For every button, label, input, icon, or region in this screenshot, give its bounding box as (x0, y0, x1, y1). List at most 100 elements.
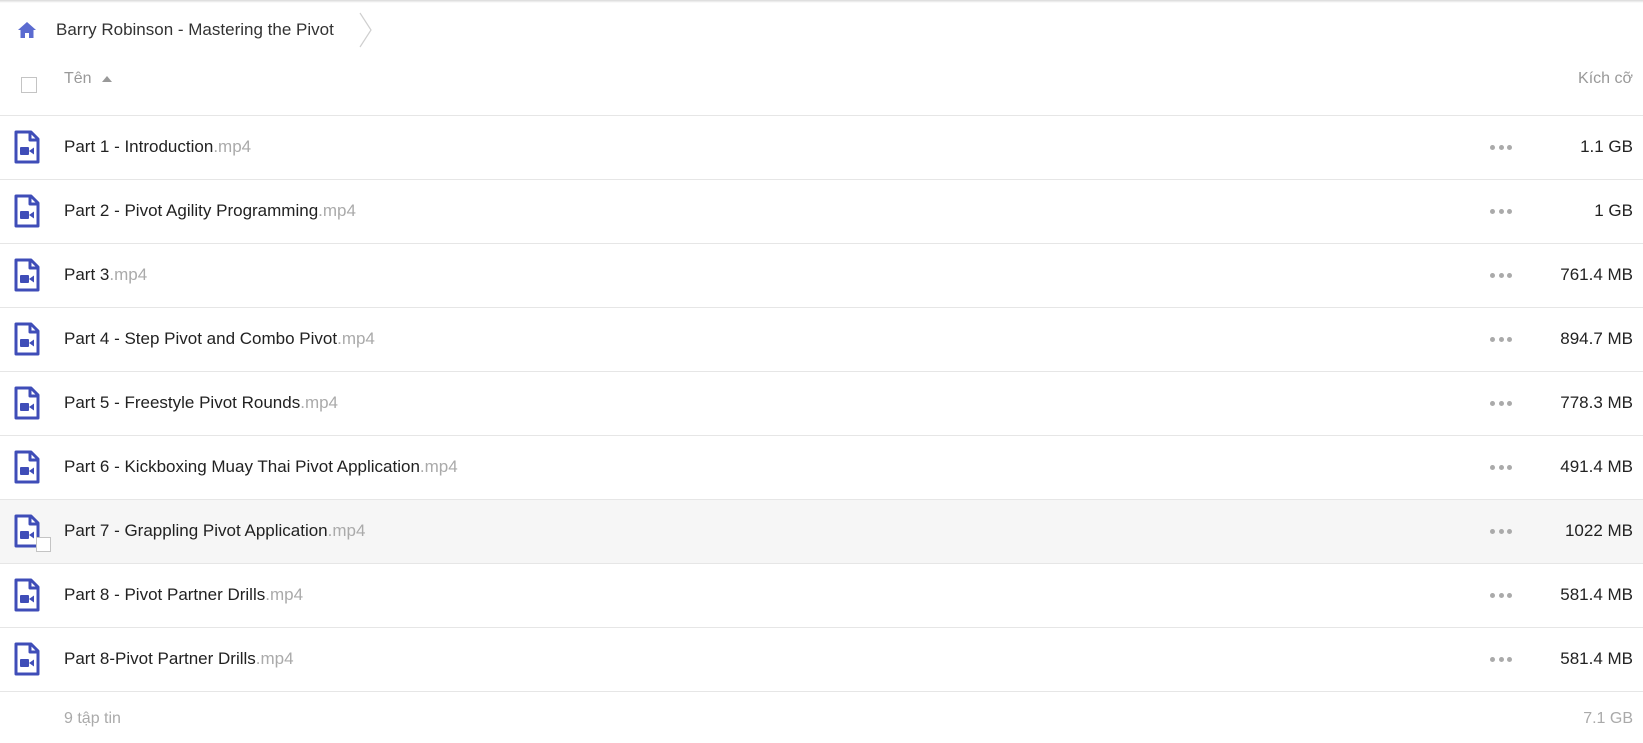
more-dot (1490, 464, 1495, 470)
more-dot (1490, 336, 1495, 342)
file-extension: .mp4 (327, 521, 366, 540)
file-row[interactable]: Part 5 - Freestyle Pivot Rounds.mp4 778.… (0, 372, 1643, 436)
breadcrumb-folder[interactable]: Barry Robinson - Mastering the Pivot (56, 20, 334, 40)
more-dot (1498, 272, 1504, 278)
more-dot (1498, 528, 1504, 534)
more-dot (1498, 336, 1504, 342)
more-dot (1507, 464, 1512, 470)
breadcrumb-separator-icon (359, 12, 372, 48)
more-dot (1507, 208, 1512, 214)
more-options-button[interactable] (1490, 269, 1512, 281)
file-extension: .mp4 (318, 201, 356, 220)
more-dot (1507, 144, 1512, 150)
video-file-icon (14, 322, 40, 356)
more-dot (1507, 336, 1512, 342)
more-dot (1498, 464, 1504, 470)
file-basename: Part 3 (64, 265, 110, 284)
more-dot (1507, 528, 1512, 534)
file-basename: Part 8-Pivot Partner Drills (64, 649, 256, 668)
column-header-size[interactable]: Kích cỡ (1578, 70, 1633, 88)
file-row[interactable]: Part 2 - Pivot Agility Programming.mp4 1… (0, 180, 1643, 244)
more-dot (1490, 656, 1495, 662)
sort-ascending-icon (101, 76, 112, 82)
breadcrumb: Barry Robinson - Mastering the Pivot (0, 6, 1643, 54)
more-dot (1507, 592, 1512, 598)
more-options-button[interactable] (1490, 397, 1512, 409)
home-button[interactable] (14, 17, 40, 43)
more-dot (1490, 592, 1495, 598)
more-dot (1498, 592, 1504, 598)
file-name[interactable]: Part 4 - Step Pivot and Combo Pivot.mp4 (64, 329, 375, 349)
file-size: 1.1 GB (1580, 137, 1633, 156)
file-extension: .mp4 (300, 393, 339, 412)
file-size: 581.4 MB (1560, 649, 1633, 668)
more-options-button[interactable] (1490, 525, 1512, 537)
file-row[interactable]: Part 6 - Kickboxing Muay Thai Pivot Appl… (0, 436, 1643, 500)
more-options-button[interactable] (1490, 461, 1512, 473)
file-basename: Part 7 - Grappling Pivot Application (64, 521, 328, 540)
more-dot (1507, 656, 1512, 662)
file-basename: Part 2 - Pivot Agility Programming (64, 201, 319, 220)
file-extension: .mp4 (255, 649, 294, 668)
video-file-icon (14, 450, 40, 484)
select-all-checkbox[interactable] (21, 77, 37, 93)
file-basename: Part 4 - Step Pivot and Combo Pivot (64, 329, 338, 348)
column-header-name[interactable]: Tên (64, 70, 112, 88)
more-dot (1490, 528, 1495, 534)
more-options-button[interactable] (1490, 141, 1512, 153)
list-header: Tên Kích cỡ (0, 56, 1643, 116)
file-size: 581.4 MB (1560, 585, 1633, 604)
file-extension: .mp4 (419, 457, 458, 476)
more-dot (1498, 656, 1504, 662)
more-options-button[interactable] (1490, 589, 1512, 601)
file-list: Part 1 - Introduction.mp4 1.1 GB Part 2 … (0, 116, 1643, 692)
file-row[interactable]: Part 3.mp4 761.4 MB (0, 244, 1643, 308)
file-size: 894.7 MB (1560, 329, 1633, 348)
file-name[interactable]: Part 8-Pivot Partner Drills.mp4 (64, 649, 294, 669)
file-name[interactable]: Part 3.mp4 (64, 265, 147, 285)
file-name[interactable]: Part 2 - Pivot Agility Programming.mp4 (64, 201, 356, 221)
file-name[interactable]: Part 6 - Kickboxing Muay Thai Pivot Appl… (64, 457, 458, 477)
file-row[interactable]: Part 8-Pivot Partner Drills.mp4 581.4 MB (0, 628, 1643, 692)
video-file-icon (14, 130, 40, 164)
more-dot (1507, 272, 1512, 278)
more-dot (1498, 208, 1504, 214)
more-dot (1490, 272, 1495, 278)
file-name[interactable]: Part 5 - Freestyle Pivot Rounds.mp4 (64, 393, 338, 413)
column-name-label: Tên (64, 70, 92, 87)
more-dot (1490, 400, 1495, 406)
file-basename: Part 5 - Freestyle Pivot Rounds (64, 393, 301, 412)
file-name[interactable]: Part 1 - Introduction.mp4 (64, 137, 251, 157)
file-size: 778.3 MB (1560, 393, 1633, 412)
file-basename: Part 1 - Introduction (64, 137, 214, 156)
more-dot (1490, 208, 1495, 214)
file-name[interactable]: Part 7 - Grappling Pivot Application.mp4 (64, 521, 365, 541)
video-file-icon (14, 386, 40, 420)
more-options-button[interactable] (1490, 653, 1512, 665)
file-size: 1 GB (1594, 201, 1633, 220)
file-basename: Part 8 - Pivot Partner Drills (64, 585, 266, 604)
more-dot (1507, 400, 1512, 406)
file-row[interactable]: Part 8 - Pivot Partner Drills.mp4 581.4 … (0, 564, 1643, 628)
file-extension: .mp4 (109, 265, 148, 284)
video-file-icon (14, 642, 40, 676)
file-name[interactable]: Part 8 - Pivot Partner Drills.mp4 (64, 585, 303, 605)
file-row[interactable]: Part 4 - Step Pivot and Combo Pivot.mp4 … (0, 308, 1643, 372)
file-size: 761.4 MB (1560, 265, 1633, 284)
more-dot (1490, 144, 1495, 150)
file-extension: .mp4 (337, 329, 375, 348)
total-size: 7.1 GB (1583, 710, 1633, 727)
file-row[interactable]: Part 7 - Grappling Pivot Application.mp4… (0, 500, 1643, 564)
more-dot (1498, 400, 1504, 406)
more-options-button[interactable] (1490, 333, 1512, 345)
video-file-icon (14, 194, 40, 228)
file-basename: Part 6 - Kickboxing Muay Thai Pivot Appl… (64, 457, 420, 476)
top-shadow (0, 0, 1643, 3)
more-options-button[interactable] (1490, 205, 1512, 217)
more-dot (1498, 144, 1504, 150)
file-extension: .mp4 (213, 137, 252, 156)
row-checkbox[interactable] (36, 537, 51, 552)
file-count: 9 tập tin (64, 710, 121, 727)
file-row[interactable]: Part 1 - Introduction.mp4 1.1 GB (0, 116, 1643, 180)
video-file-icon (14, 258, 40, 292)
